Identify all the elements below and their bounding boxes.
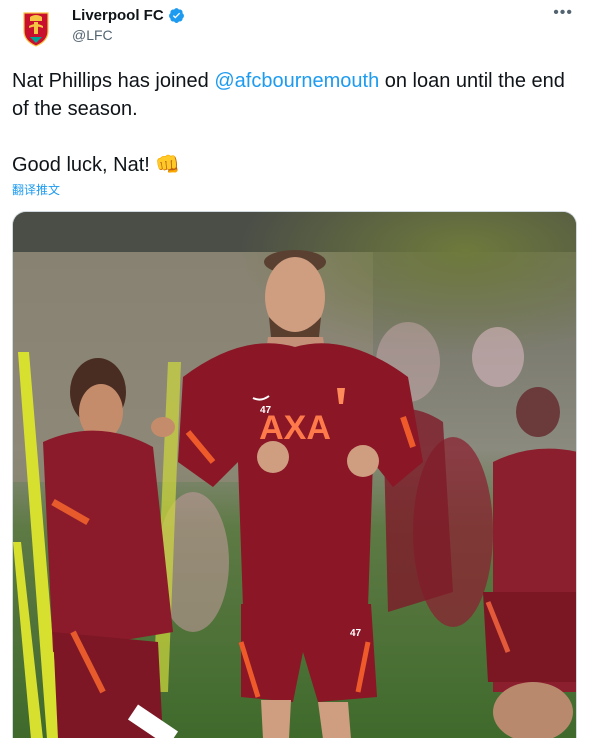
tweet-line-1: Nat Phillips has joined @afcbournemouth …: [12, 67, 577, 123]
account-name-label[interactable]: Liverpool FC: [72, 7, 164, 24]
tweet-header: Liverpool FC @LFC •••: [0, 0, 589, 56]
tweet-text-part1: Nat Phillips has joined: [12, 70, 215, 92]
tweet-text: Nat Phillips has joined @afcbournemouth …: [12, 67, 577, 179]
kit-number-text: 47: [260, 405, 272, 416]
training-photo: AXA 47 47: [13, 212, 576, 738]
account-handle[interactable]: @LFC: [72, 27, 113, 43]
avatar[interactable]: [14, 6, 58, 50]
account-name[interactable]: Liverpool FC: [72, 7, 185, 24]
fist-emoji-icon: 👊: [155, 154, 181, 176]
tweet-photo[interactable]: AXA 47 47: [12, 211, 577, 738]
translate-tweet-link[interactable]: 翻译推文: [12, 181, 60, 198]
shorts-number-text: 47: [350, 628, 362, 639]
tweet-line-2: Good luck, Nat! 👊: [12, 151, 577, 179]
mention-link[interactable]: @afcbournemouth: [214, 70, 379, 92]
more-options-icon[interactable]: •••: [553, 4, 573, 22]
verified-badge-icon: [168, 8, 184, 23]
lfc-crest-icon: [23, 12, 49, 47]
tweet-text-line2: Good luck, Nat!: [12, 154, 156, 176]
